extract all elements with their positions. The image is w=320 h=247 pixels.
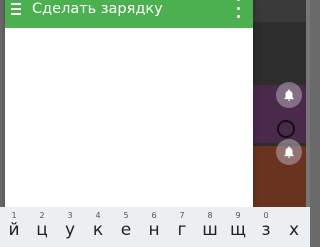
key[interactable]: 8 ш <box>196 207 224 247</box>
key[interactable]: 1 й <box>0 207 28 247</box>
drag-handle-icon[interactable] <box>11 3 21 15</box>
on-screen-keyboard: 1 й 2 ц 3 у 4 к 5 е 6 н 7 г 8 ш 9 щ 0 з … <box>0 207 310 247</box>
key[interactable]: 5 е <box>112 207 140 247</box>
bell-icon[interactable] <box>276 139 302 165</box>
key[interactable]: 7 г <box>168 207 196 247</box>
dialog-header: Сделать зарядку <box>5 0 253 28</box>
bell-icon[interactable] <box>276 82 302 108</box>
key[interactable]: 6 н <box>140 207 168 247</box>
key[interactable]: 9 щ <box>224 207 252 247</box>
key[interactable]: х <box>280 207 308 247</box>
task-title[interactable]: Сделать зарядку <box>32 0 163 18</box>
key[interactable]: 0 з <box>252 207 280 247</box>
background-header <box>252 0 310 22</box>
task-edit-dialog: Сделать зарядку <box>5 0 253 207</box>
scrollbar[interactable] <box>306 0 310 207</box>
key[interactable]: 2 ц <box>28 207 56 247</box>
key[interactable]: 3 у <box>56 207 84 247</box>
task-checkbox[interactable] <box>277 120 295 138</box>
key[interactable]: 4 к <box>84 207 112 247</box>
background-task-list <box>252 0 310 207</box>
more-options-icon[interactable] <box>233 0 243 18</box>
